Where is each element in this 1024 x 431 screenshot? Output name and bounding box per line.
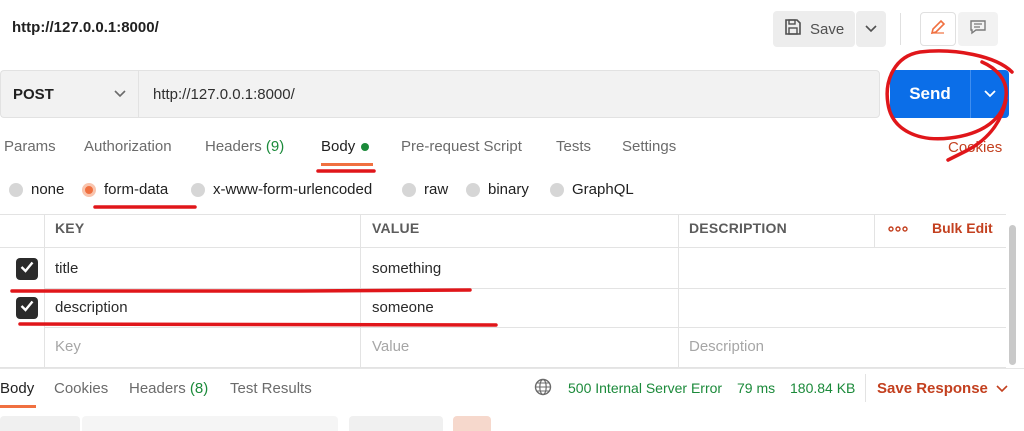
tab-headers-label: Headers [205,138,262,155]
edit-button[interactable] [920,12,956,46]
radio-label: raw [424,181,449,198]
save-icon [784,18,802,40]
new-value-input[interactable]: Value [372,338,409,355]
save-button[interactable]: Save [773,11,855,47]
response-format-select[interactable] [349,416,443,431]
status-divider [865,374,866,402]
row-key-cell[interactable]: title [55,260,78,277]
chevron-down-icon [996,380,1008,397]
body-indicator-dot [361,143,370,152]
response-tab-headers-label: Headers [129,380,186,397]
response-tab-cookies[interactable]: Cookies [54,380,108,397]
response-view-tabs[interactable] [82,416,338,431]
checkbox-checked-icon [20,260,34,278]
radio-circle [466,182,480,197]
tab-headers[interactable]: Headers (9) [205,138,284,155]
response-tab-test-results[interactable]: Test Results [230,380,312,397]
new-key-input[interactable]: Key [55,338,81,355]
url-input[interactable]: http://127.0.0.1:8000/ [138,70,880,118]
send-dropdown[interactable] [971,85,1009,103]
radio-graphql[interactable]: GraphQL [550,181,634,198]
response-tab-body[interactable]: Body [0,380,34,397]
column-divider[interactable] [360,214,361,368]
table-header [0,214,1006,248]
column-divider[interactable] [678,214,679,368]
column-header-value: VALUE [372,220,420,236]
radio-label: x-www-form-urlencoded [213,181,373,198]
globe-icon[interactable] [534,378,552,401]
toolbar-divider [900,13,901,45]
comment-icon [969,18,987,41]
new-description-input[interactable]: Description [689,338,764,355]
row-divider [44,327,1006,328]
url-value: http://127.0.0.1:8000/ [153,85,295,103]
radio-circle-selected [82,182,96,197]
tab-settings[interactable]: Settings [622,138,676,155]
column-divider [874,214,875,248]
pencil-icon [929,18,947,41]
chevron-down-icon [984,85,996,103]
column-divider [44,214,45,368]
wrap-button[interactable] [453,416,491,431]
postman-window: http://127.0.0.1:8000/ Save POST http://… [0,0,1024,431]
tab-body-underline [321,163,373,166]
send-button[interactable]: Send [890,70,1009,118]
radio-label: form-data [104,181,169,198]
save-dropdown-button[interactable] [856,11,886,47]
radio-label: none [31,181,65,198]
response-tab-headers[interactable]: Headers (8) [129,380,208,397]
row-divider [44,288,1006,289]
save-label: Save [810,20,845,38]
response-format-tab[interactable] [0,416,80,431]
tab-body-label: Body [321,138,356,155]
column-header-description: DESCRIPTION [689,220,787,236]
tab-params[interactable]: Params [4,138,56,155]
response-status[interactable]: 500 Internal Server Error [568,380,722,396]
response-tab-headers-count: (8) [189,380,209,397]
bulk-edit-link[interactable]: Bulk Edit [932,220,993,236]
radio-label: binary [488,181,529,198]
save-response-button[interactable]: Save Response [877,380,1008,397]
save-response-label: Save Response [877,380,988,397]
radio-urlencoded[interactable]: x-www-form-urlencoded [191,181,372,198]
row-enabled-checkbox[interactable] [16,297,38,319]
send-label: Send [909,84,951,103]
row-enabled-checkbox[interactable] [16,258,38,280]
response-size[interactable]: 180.84 KB [790,380,855,396]
tab-authorization[interactable]: Authorization [84,138,172,155]
row-key-cell[interactable]: description [55,299,128,316]
column-header-key: KEY [55,220,85,236]
response-time[interactable]: 79 ms [737,380,775,396]
chevron-down-icon [865,20,877,38]
radio-label: GraphQL [572,181,634,198]
tab-prerequest-script[interactable]: Pre-request Script [401,138,522,155]
comments-button[interactable] [958,12,998,46]
table-scrollbar[interactable] [1009,225,1016,365]
cookies-link[interactable]: Cookies [948,139,1002,156]
tab-tests[interactable]: Tests [556,138,591,155]
response-tab-body-underline [0,405,36,408]
more-dots-icon[interactable] [888,221,908,239]
radio-circle [550,182,564,197]
radio-circle [402,182,416,197]
radio-binary[interactable]: binary [466,181,529,198]
radio-none[interactable]: none [9,181,64,198]
method-select[interactable]: POST [0,70,138,118]
checkbox-checked-icon [20,299,34,317]
method-value: POST [13,85,54,103]
request-title[interactable]: http://127.0.0.1:8000/ [12,19,159,36]
tab-headers-count: (9) [265,138,285,155]
tab-body[interactable]: Body [321,138,370,155]
row-value-cell[interactable]: someone [372,299,434,316]
radio-form-data[interactable]: form-data [82,181,168,198]
radio-raw[interactable]: raw [402,181,448,198]
row-value-cell[interactable]: something [372,260,441,277]
radio-circle [9,182,23,197]
chevron-down-icon [114,85,126,103]
radio-circle [191,182,205,197]
